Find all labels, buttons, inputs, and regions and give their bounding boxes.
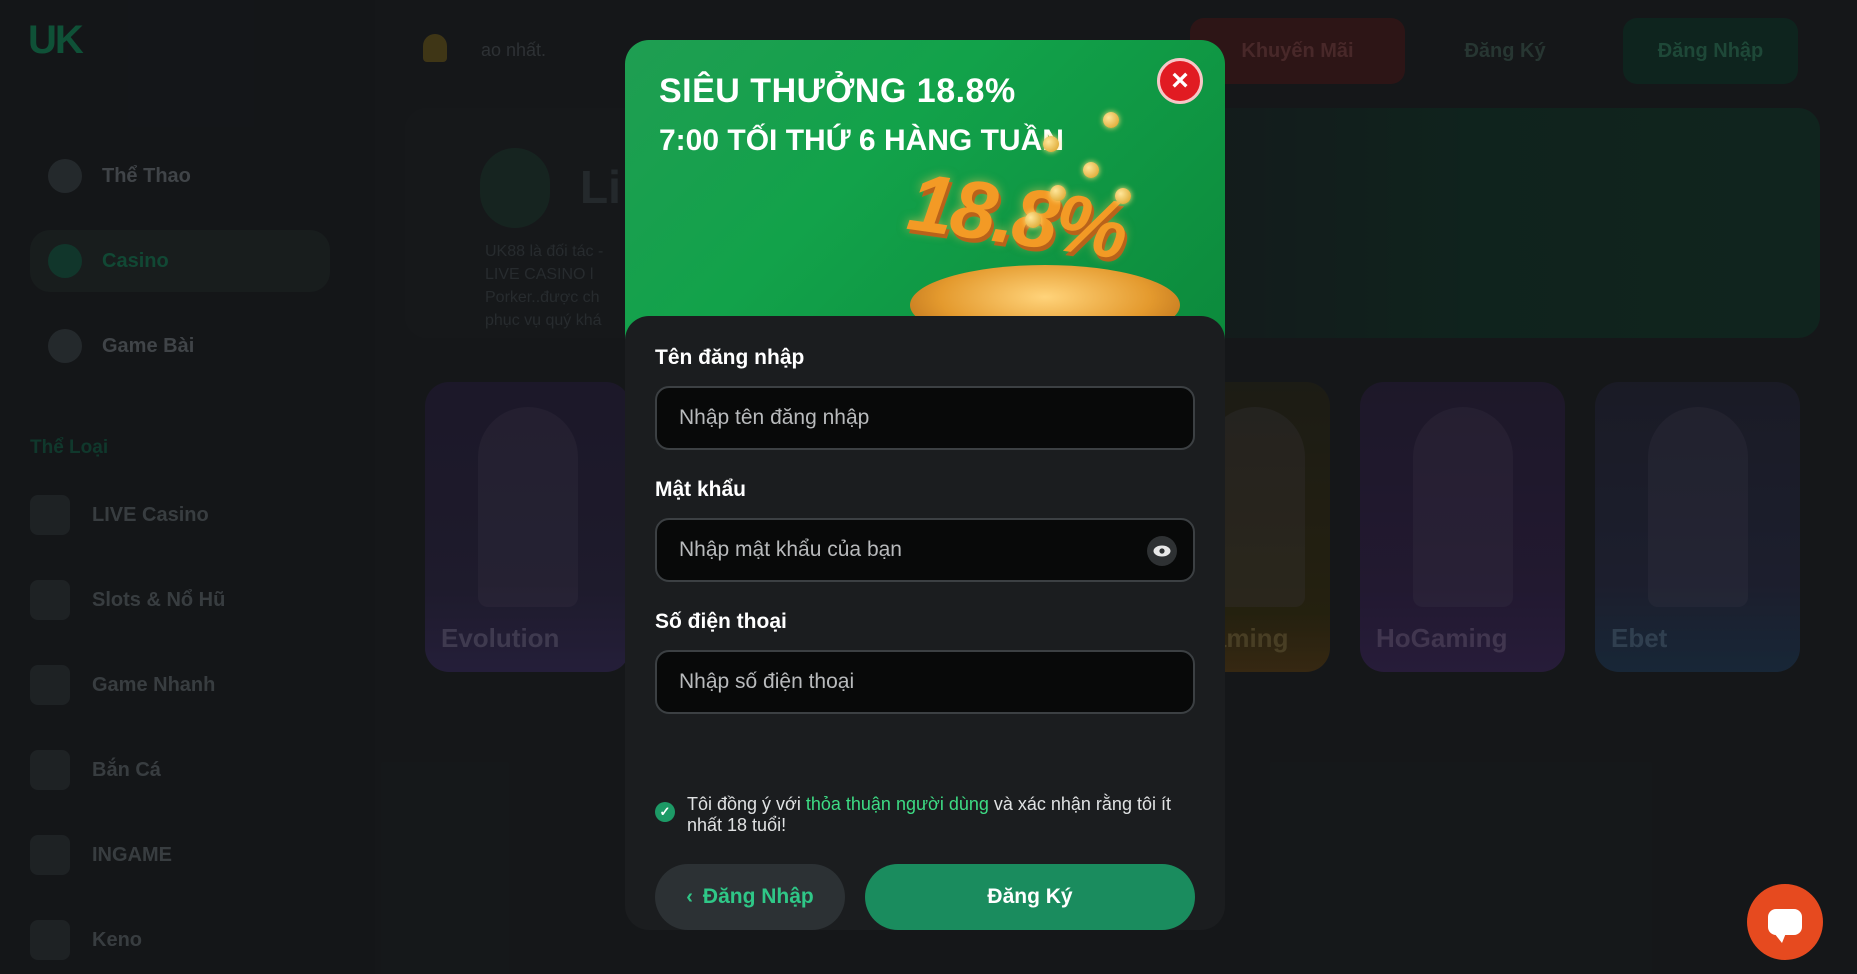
register-form: Tên đăng nhập Mật khẩu Số điện thoại ✓ T… bbox=[625, 316, 1225, 930]
phone-input[interactable] bbox=[657, 652, 1193, 712]
username-label: Tên đăng nhập bbox=[655, 346, 805, 369]
register-modal: SIÊU THƯỞNG 18.8% 7:00 TỐI THỨ 6 HÀNG TU… bbox=[625, 40, 1225, 930]
coin-icon bbox=[1043, 136, 1059, 152]
phone-field-wrap bbox=[655, 650, 1195, 714]
chat-bubble-icon bbox=[1768, 909, 1802, 943]
banner-title: SIÊU THƯỞNG 18.8% bbox=[659, 72, 1016, 110]
eye-icon[interactable] bbox=[1147, 536, 1177, 566]
terms-text: Tôi đồng ý với thỏa thuận người dùng và … bbox=[687, 794, 1195, 836]
coin-icon bbox=[1050, 185, 1066, 201]
close-button[interactable]: × bbox=[1157, 58, 1203, 104]
chevron-left-icon: ‹ bbox=[686, 885, 693, 908]
coin-icon bbox=[1115, 188, 1131, 204]
back-button-label: Đăng Nhập bbox=[702, 885, 814, 908]
coin-icon bbox=[1025, 212, 1041, 228]
password-input[interactable] bbox=[657, 520, 1193, 580]
password-label: Mật khẩu bbox=[655, 478, 747, 501]
checkbox-checked-icon[interactable]: ✓ bbox=[655, 802, 675, 822]
terms-agreement: ✓ Tôi đồng ý với thỏa thuận người dùng v… bbox=[655, 794, 1195, 836]
username-field-wrap bbox=[655, 386, 1195, 450]
password-field-wrap bbox=[655, 518, 1195, 582]
banner-subtitle: 7:00 TỐI THỨ 6 HÀNG TUẦN bbox=[659, 124, 1064, 157]
back-to-login-button[interactable]: ‹ Đăng Nhập bbox=[655, 864, 845, 930]
terms-link[interactable]: thỏa thuận người dùng bbox=[806, 794, 989, 814]
coin-icon bbox=[1083, 162, 1099, 178]
promo-banner: SIÊU THƯỞNG 18.8% 7:00 TỐI THỨ 6 HÀNG TU… bbox=[625, 40, 1225, 340]
register-submit-button[interactable]: Đăng Ký bbox=[865, 864, 1195, 930]
username-input[interactable] bbox=[657, 388, 1193, 448]
live-chat-button[interactable] bbox=[1747, 884, 1823, 960]
coin-icon bbox=[1103, 112, 1119, 128]
terms-prefix: Tôi đồng ý với bbox=[687, 794, 806, 814]
phone-label: Số điện thoại bbox=[655, 610, 787, 633]
